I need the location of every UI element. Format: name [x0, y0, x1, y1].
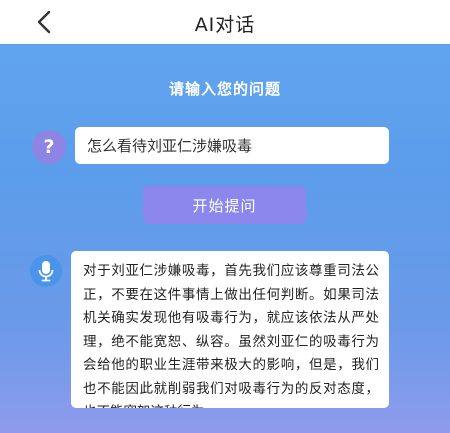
- microphone-icon[interactable]: [30, 255, 62, 287]
- microphone-glyph: [38, 261, 54, 282]
- question-mark-icon: ?: [32, 130, 66, 164]
- start-question-button[interactable]: 开始提问: [143, 186, 306, 224]
- top-bar: AI对话: [0, 0, 450, 44]
- answer-text: 对于刘亚仁涉嫌吸毒，首先我们应该尊重司法公正，不要在这件事情上做出任何判断。如果…: [71, 251, 389, 408]
- page-title: AI对话: [194, 14, 256, 36]
- question-input[interactable]: [75, 127, 389, 164]
- prompt-label: 请输入您的问题: [168, 80, 281, 98]
